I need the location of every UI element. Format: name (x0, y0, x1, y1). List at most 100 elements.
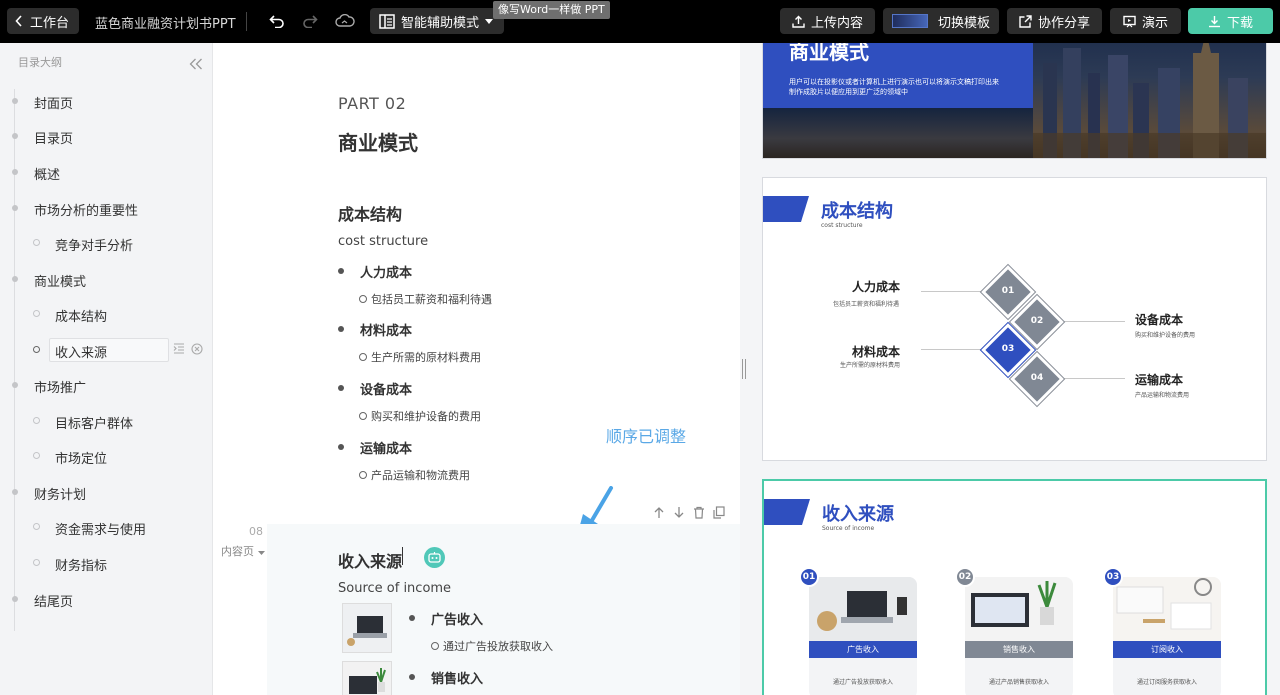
slide-tag-shape (763, 196, 809, 222)
cloud-icon (335, 14, 355, 27)
layout-icon (379, 13, 395, 29)
income-card-desc: 通过订阅服务获取收入 (1136, 679, 1197, 686)
share-button[interactable]: 协作分享 (1007, 8, 1102, 34)
download-icon (1208, 15, 1220, 27)
outline-item-market-analysis[interactable]: 市场分析的重要性 (0, 196, 213, 220)
outline-item-promotion[interactable]: 市场推广 (0, 373, 213, 397)
image-thumbnail[interactable] (342, 603, 392, 653)
double-chevron-left-icon (189, 58, 202, 70)
present-button[interactable]: 演示 (1110, 8, 1181, 34)
cost-bullet[interactable]: 设备成本 (338, 379, 412, 398)
connector-line (1063, 378, 1125, 379)
income-card-number: 01 (799, 567, 819, 587)
delete-circle-icon[interactable] (191, 343, 203, 355)
switch-template-button[interactable]: 切换模板 (883, 8, 999, 34)
indent-icon[interactable] (173, 343, 185, 354)
city-photo-left (763, 108, 1033, 158)
trash-icon[interactable] (693, 506, 705, 519)
cost-sub-bullet[interactable]: 生产所需的原材料费用 (359, 349, 481, 365)
preview-slide-business-model[interactable]: 商业模式 用户可以在投影仪或者计算机上进行演示也可以将演示文稿打印出来制作成胶片… (762, 43, 1267, 159)
move-up-icon[interactable] (653, 506, 665, 519)
income-sub-bullet[interactable]: 通过广告投放获取收入 (431, 638, 553, 654)
upload-label: 上传内容 (810, 15, 863, 31)
outline-header: 目录大纲 (18, 56, 62, 69)
outline-item-label: 成本结构 (55, 310, 108, 325)
income-card-number: 02 (955, 567, 975, 587)
outline-item-business-model[interactable]: 商业模式 (0, 267, 213, 291)
cost-heading[interactable]: 成本结构 (338, 201, 402, 225)
income-bullet[interactable]: 广告收入 (409, 609, 483, 628)
slide-subtitle: cost structure (821, 222, 863, 229)
cost-sub-bullet[interactable]: 购买和维护设备的费用 (359, 408, 481, 424)
document-title[interactable]: 蓝色商业融资计划书PPT (95, 13, 236, 32)
outline-item-label: 收入来源 (55, 346, 108, 361)
income-card-label: 广告收入 (809, 641, 917, 658)
redo-button[interactable] (299, 11, 321, 31)
redo-icon (303, 15, 318, 28)
top-bar: 工作台 蓝色商业融资计划书PPT 智能辅助模式 像写Word一样做 PPT 上传… (0, 0, 1280, 43)
outline-item-ending[interactable]: 结尾页 (0, 587, 213, 611)
cost-bullet[interactable]: 运输成本 (338, 438, 412, 457)
outline-item-toc[interactable]: 目录页 (0, 124, 213, 148)
laptop-plant-photo-icon (965, 577, 1073, 641)
undo-button[interactable] (266, 11, 288, 31)
connector-line (1063, 321, 1125, 322)
outline-item-label: 市场推广 (34, 381, 87, 396)
outline-item-cover[interactable]: 封面页 (0, 89, 213, 113)
download-label: 下载 (1226, 15, 1253, 31)
level1-dot-icon (12, 489, 18, 495)
outline-item-overview[interactable]: 概述 (0, 160, 213, 184)
section-title[interactable]: 商业模式 (338, 127, 418, 156)
cost-label: 运输成本 (1135, 373, 1184, 387)
outline-item-target-customers[interactable]: 目标客户群体 (0, 409, 213, 433)
cost-desc: 包括员工薪资和福利待遇 (833, 301, 900, 308)
preview-slide-cost-structure[interactable]: 成本结构 cost structure 人力成本 包括员工薪资和福利待遇 材料成… (762, 177, 1267, 461)
outline-sidebar: 目录大纲 封面页 目录页 概述 市场分析的重要性 竞争对手分析 商业模式 成本结… (0, 43, 213, 695)
outline-item-cost-structure[interactable]: 成本结构 (0, 302, 213, 326)
outline-item-positioning[interactable]: 市场定位 (0, 444, 213, 468)
image-thumbnail[interactable] (342, 661, 392, 695)
cost-sub-bullet[interactable]: 产品运输和物流费用 (359, 467, 470, 483)
cost-subtitle[interactable]: cost structure (338, 234, 428, 249)
laptop-image-icon (343, 604, 391, 652)
assist-mode-dropdown[interactable]: 智能辅助模式 (370, 8, 504, 34)
outline-item-financial-plan[interactable]: 财务计划 (0, 480, 213, 504)
preview-slide-income-source[interactable]: 收入来源 Source of income 广告收入 通过广告投放获取收入 01… (762, 479, 1267, 695)
income-subtitle[interactable]: Source of income (338, 581, 451, 596)
diamond-number: 01 (1001, 286, 1015, 296)
income-bullet[interactable]: 销售收入 (409, 668, 483, 687)
chevron-left-icon (15, 15, 22, 27)
cost-desc: 生产所需的原材料费用 (840, 362, 901, 369)
content-editor[interactable]: PART 02 商业模式 成本结构 cost structure 人力成本 包括… (213, 43, 740, 695)
move-down-icon[interactable] (673, 506, 685, 519)
outline-item-competitor[interactable]: 竞争对手分析 (0, 231, 213, 255)
cost-bullet[interactable]: 材料成本 (338, 320, 412, 339)
back-to-workspace-button[interactable]: 工作台 (7, 8, 80, 34)
cost-desc: 产品运输和物流费用 (1135, 392, 1190, 399)
outline-item-label: 概述 (34, 168, 61, 183)
cloud-sync-button[interactable] (334, 11, 356, 31)
ai-assistant-button[interactable] (424, 547, 445, 568)
outline-item-income-source[interactable]: 收入来源 (0, 338, 213, 362)
slide-preview-panel: 商业模式 用户可以在投影仪或者计算机上进行演示也可以将演示文稿打印出来制作成胶片… (748, 43, 1280, 695)
assist-mode-label: 智能辅助模式 (401, 15, 480, 31)
income-card-label: 订阅收入 (1113, 641, 1221, 658)
income-card: 订阅收入 通过订阅服务获取收入 (1113, 577, 1221, 695)
cost-bullet[interactable]: 人力成本 (338, 262, 412, 281)
pane-resize-handle[interactable] (742, 359, 746, 379)
copy-icon[interactable] (713, 506, 725, 519)
outline-item-funding[interactable]: 资金需求与使用 (0, 515, 213, 539)
upload-content-button[interactable]: 上传内容 (780, 8, 875, 34)
outline-item-financial-metrics[interactable]: 财务指标 (0, 551, 213, 575)
keyboard-photo-icon (1113, 577, 1221, 641)
income-heading[interactable]: 收入来源 (338, 548, 402, 572)
city-skyline-icon (1033, 43, 1266, 158)
collapse-sidebar-button[interactable] (189, 55, 203, 74)
income-card: 销售收入 通过产品销售获取收入 (965, 577, 1073, 695)
slide-type-dropdown[interactable]: 内容页 (221, 543, 265, 559)
switch-template-label: 切换模板 (937, 15, 990, 31)
outline-item-label: 目录页 (34, 132, 74, 147)
level1-dot-icon (12, 133, 18, 139)
download-button[interactable]: 下载 (1188, 8, 1273, 34)
cost-sub-bullet[interactable]: 包括员工薪资和福利待遇 (359, 291, 492, 307)
